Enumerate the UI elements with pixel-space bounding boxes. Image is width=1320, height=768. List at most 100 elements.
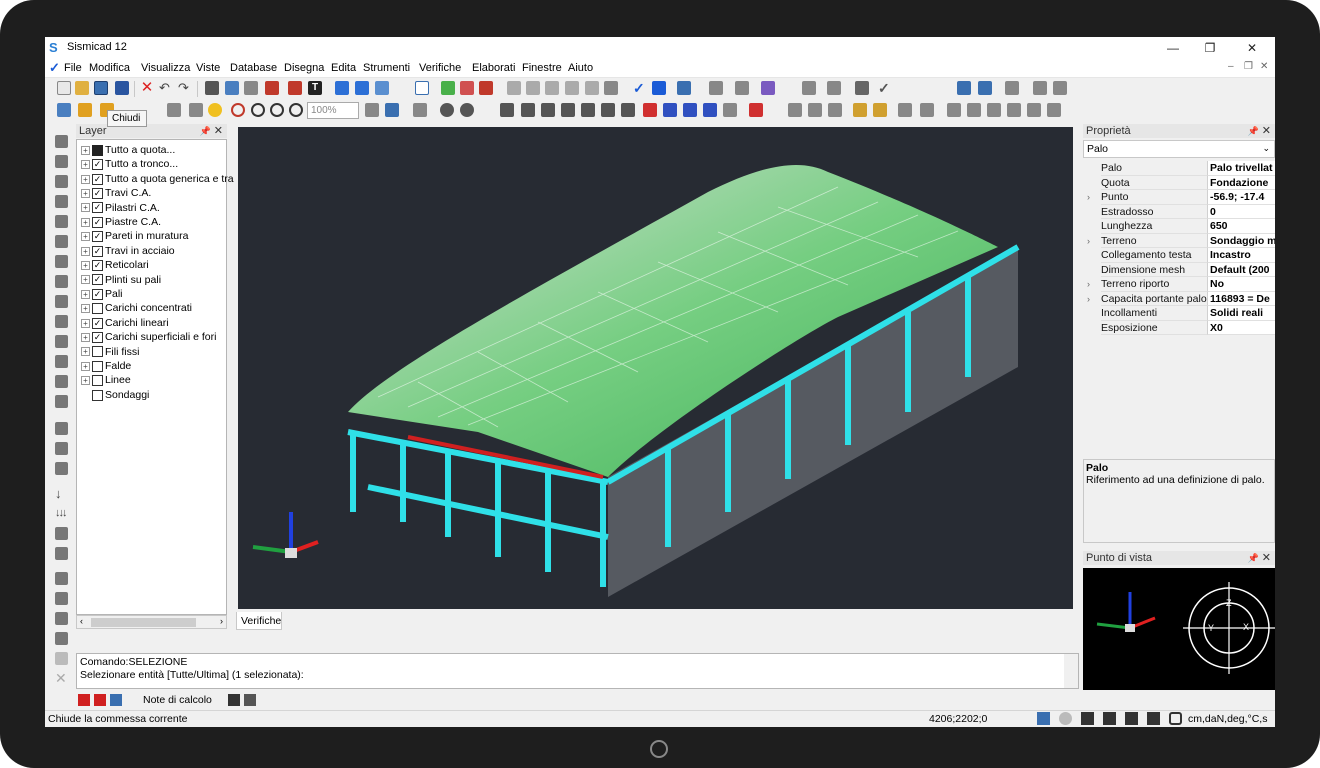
expand-arrow-icon[interactable]: › [1087,292,1090,306]
render-8-icon[interactable] [643,103,657,117]
layer-item[interactable]: + Pilastri C.A. [81,201,160,215]
home-view-icon[interactable] [335,81,349,95]
layer-checkbox[interactable] [92,346,103,358]
rebar-6-icon[interactable] [1047,103,1061,117]
layer-item[interactable]: + Falde [81,359,131,373]
tab-verifiche[interactable]: Verifiche [236,612,282,630]
layer-item[interactable]: + Tutto a tronco... [81,157,178,171]
3d-viewport[interactable] [238,127,1073,609]
expand-arrow-icon[interactable]: › [1087,234,1090,248]
bulb-icon[interactable] [244,81,258,95]
restore-button[interactable]: ❐ [1192,37,1228,59]
zoom-out-icon[interactable] [251,103,265,117]
rebar-1-icon[interactable] [947,103,961,117]
delete-icon[interactable]: ✕ [140,80,154,95]
load-area-icon[interactable] [55,527,68,540]
expand-arrow-icon[interactable]: › [1087,190,1090,204]
grid-icon[interactable] [441,81,455,95]
rebar-5-icon[interactable] [1027,103,1041,117]
tool-beam-icon[interactable] [55,155,68,168]
status-units[interactable]: cm,daN,deg,°C,s [1188,713,1267,725]
load-line-icon[interactable]: ↓↓↓ [55,507,68,520]
zoom-extents-icon[interactable] [440,103,454,117]
menu-modifica[interactable]: Modifica [89,62,130,74]
ramp-icon[interactable] [565,81,579,95]
property-row[interactable]: Palo Palo trivellat [1083,161,1275,176]
layer-item[interactable]: + Tutto a quota... [81,143,175,157]
render-5-icon[interactable] [581,103,595,117]
edit-icon[interactable] [244,694,256,706]
rebar-3-icon[interactable] [987,103,1001,117]
rebar-4-icon[interactable] [1007,103,1021,117]
report-icon[interactable] [265,81,279,95]
solid-2-icon[interactable] [827,81,841,95]
layer-checkbox[interactable] [92,202,103,214]
layer-item[interactable]: + Plinti su pali [81,273,161,287]
layer-item[interactable]: + Travi in acciaio [81,244,175,258]
render-6-icon[interactable] [601,103,615,117]
property-row[interactable]: Incollamenti Solidi reali [1083,306,1275,321]
expand-icon[interactable]: + [81,217,90,227]
layers-icon[interactable] [709,81,723,95]
layer-item[interactable]: + Carichi lineari [81,316,169,330]
layer-item[interactable]: Sondaggi [81,388,149,402]
tool-wall-icon[interactable] [55,195,68,208]
render-10-icon[interactable] [683,103,697,117]
expand-icon[interactable]: + [81,188,90,198]
pov-close-icon[interactable]: ✕ [1262,551,1271,565]
layer-item[interactable]: + Pareti in muratura [81,229,188,243]
status-cube-icon[interactable] [1037,712,1050,725]
tool-column-icon[interactable] [55,135,68,148]
mdi-minimize-button[interactable]: – [1228,61,1234,72]
confirm-icon[interactable]: ✓ [878,81,892,95]
layer-checkbox[interactable] [92,216,103,228]
select-icon[interactable] [957,81,971,95]
undo-icon[interactable]: ↶ [159,81,173,95]
menu-database[interactable]: Database [230,62,277,74]
render-2-icon[interactable] [521,103,535,117]
expand-icon[interactable]: + [81,246,90,256]
tool-pier-3-icon[interactable] [55,375,68,388]
scroll-left-icon[interactable]: ‹ [80,616,83,626]
layer-item[interactable]: + Linee [81,373,131,387]
property-row[interactable]: Quota Fondazione [1083,175,1275,190]
expand-arrow-icon[interactable]: › [1087,277,1090,291]
close-button[interactable]: ✕ [1234,37,1270,59]
layer-panel-close-icon[interactable]: ✕ [214,124,223,138]
check-icon[interactable]: ✓ [633,81,647,95]
layer-checkbox[interactable] [92,159,103,171]
info-icon[interactable] [110,694,122,706]
tool-grid-icon[interactable] [55,632,68,645]
database-icon[interactable] [735,81,749,95]
command-scrollbar[interactable] [1064,654,1078,688]
expand-icon[interactable]: + [81,376,90,386]
list-icon[interactable] [225,81,239,95]
properties-pin-icon[interactable]: 📌 [1248,124,1259,138]
home-view-2-icon[interactable] [355,81,369,95]
layer-checkbox[interactable] [92,173,103,185]
chevron-down-icon[interactable]: ⌄ [1262,143,1270,154]
tools-icon[interactable] [855,81,869,95]
solid-icon[interactable] [802,81,816,95]
zoom-window-icon[interactable] [231,103,245,117]
window-icon[interactable] [415,81,429,95]
layer-checkbox[interactable] [92,303,103,315]
tool-truss-icon[interactable] [55,215,68,228]
render-1-icon[interactable] [500,103,514,117]
command-line[interactable]: Comando:SELEZIONE Selezionare entità [Tu… [76,653,1079,689]
layer-item[interactable]: + Travi C.A. [81,186,151,200]
layer-checkbox[interactable] [92,331,103,343]
expand-icon[interactable]: + [81,174,90,184]
property-value[interactable]: 116893 = De [1207,291,1275,306]
warning-icon[interactable] [94,694,106,706]
star-icon[interactable] [78,103,92,117]
save-icon[interactable] [115,81,129,95]
display-1-icon[interactable] [788,103,802,117]
property-value[interactable]: Solidi reali [1207,306,1275,321]
tab-note-di-calcolo[interactable]: Note di calcolo [143,694,212,706]
tool-roof-icon[interactable] [55,572,68,585]
tool-stair-icon[interactable] [55,592,68,605]
render-3-icon[interactable] [541,103,555,117]
tool-disabled-icon[interactable] [55,652,68,665]
stairs-2-icon[interactable] [1053,81,1067,95]
